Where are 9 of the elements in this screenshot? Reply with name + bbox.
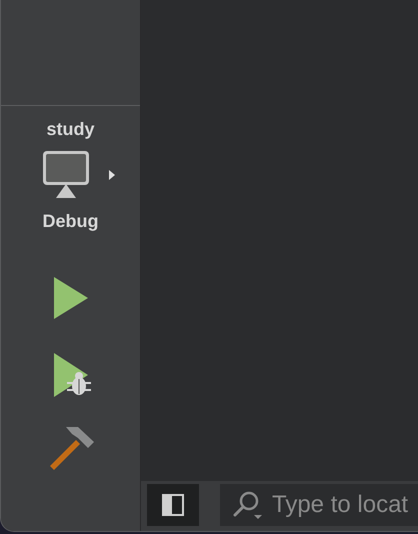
run-icon[interactable] [52, 276, 88, 320]
destination-label: Debug [42, 212, 98, 230]
sidebar-icon [162, 494, 184, 516]
caret-icon[interactable] [108, 170, 114, 180]
search-icon [232, 490, 264, 520]
locate-field[interactable]: Type to locat [220, 484, 418, 526]
monitor-icon[interactable] [40, 150, 90, 200]
scheme-label: study [46, 120, 94, 138]
sidebar-toggle-button[interactable] [147, 484, 199, 526]
